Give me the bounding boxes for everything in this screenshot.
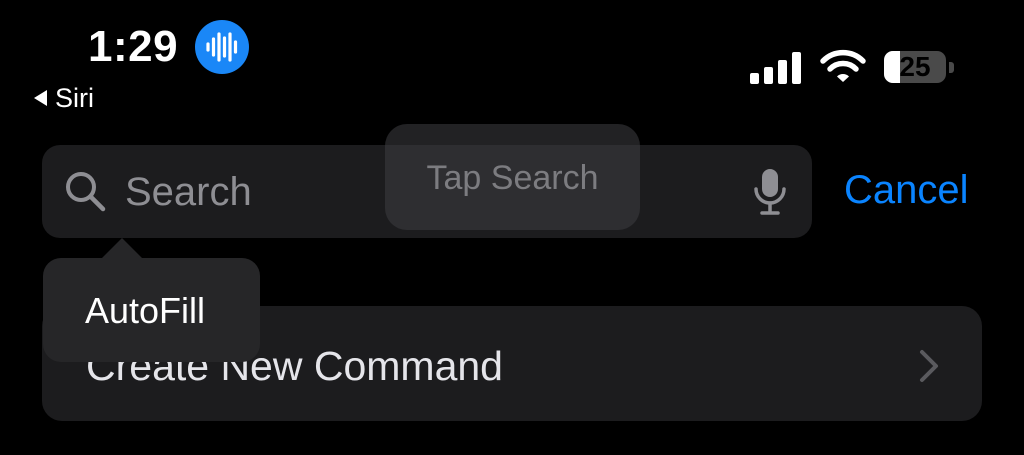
- cellular-signal-icon: [750, 52, 801, 84]
- search-icon: [66, 172, 106, 212]
- chevron-right-icon: [920, 350, 938, 382]
- screen: 1:29 Siri 25 Search Cancel Create New Co…: [0, 0, 1024, 455]
- battery-cap: [949, 62, 954, 73]
- back-to-siri-button[interactable]: Siri: [34, 82, 94, 114]
- tap-search-hint: Tap Search: [385, 124, 640, 230]
- autofill-label: AutoFill: [85, 290, 206, 331]
- back-arrow-icon: [34, 90, 47, 106]
- siri-waveform-icon[interactable]: [195, 20, 249, 74]
- battery-level: 25: [899, 51, 931, 82]
- cancel-button[interactable]: Cancel: [844, 166, 969, 214]
- autofill-callout-pointer: [100, 238, 144, 260]
- tap-search-hint-label: Tap Search: [426, 159, 599, 197]
- wifi-icon: [820, 49, 866, 82]
- microphone-icon[interactable]: [752, 167, 788, 217]
- autofill-callout[interactable]: AutoFill: [43, 258, 260, 362]
- back-label: Siri: [55, 83, 94, 113]
- status-time: 1:29: [88, 22, 179, 71]
- battery-icon: 25: [884, 51, 946, 83]
- search-placeholder: Search: [125, 170, 252, 214]
